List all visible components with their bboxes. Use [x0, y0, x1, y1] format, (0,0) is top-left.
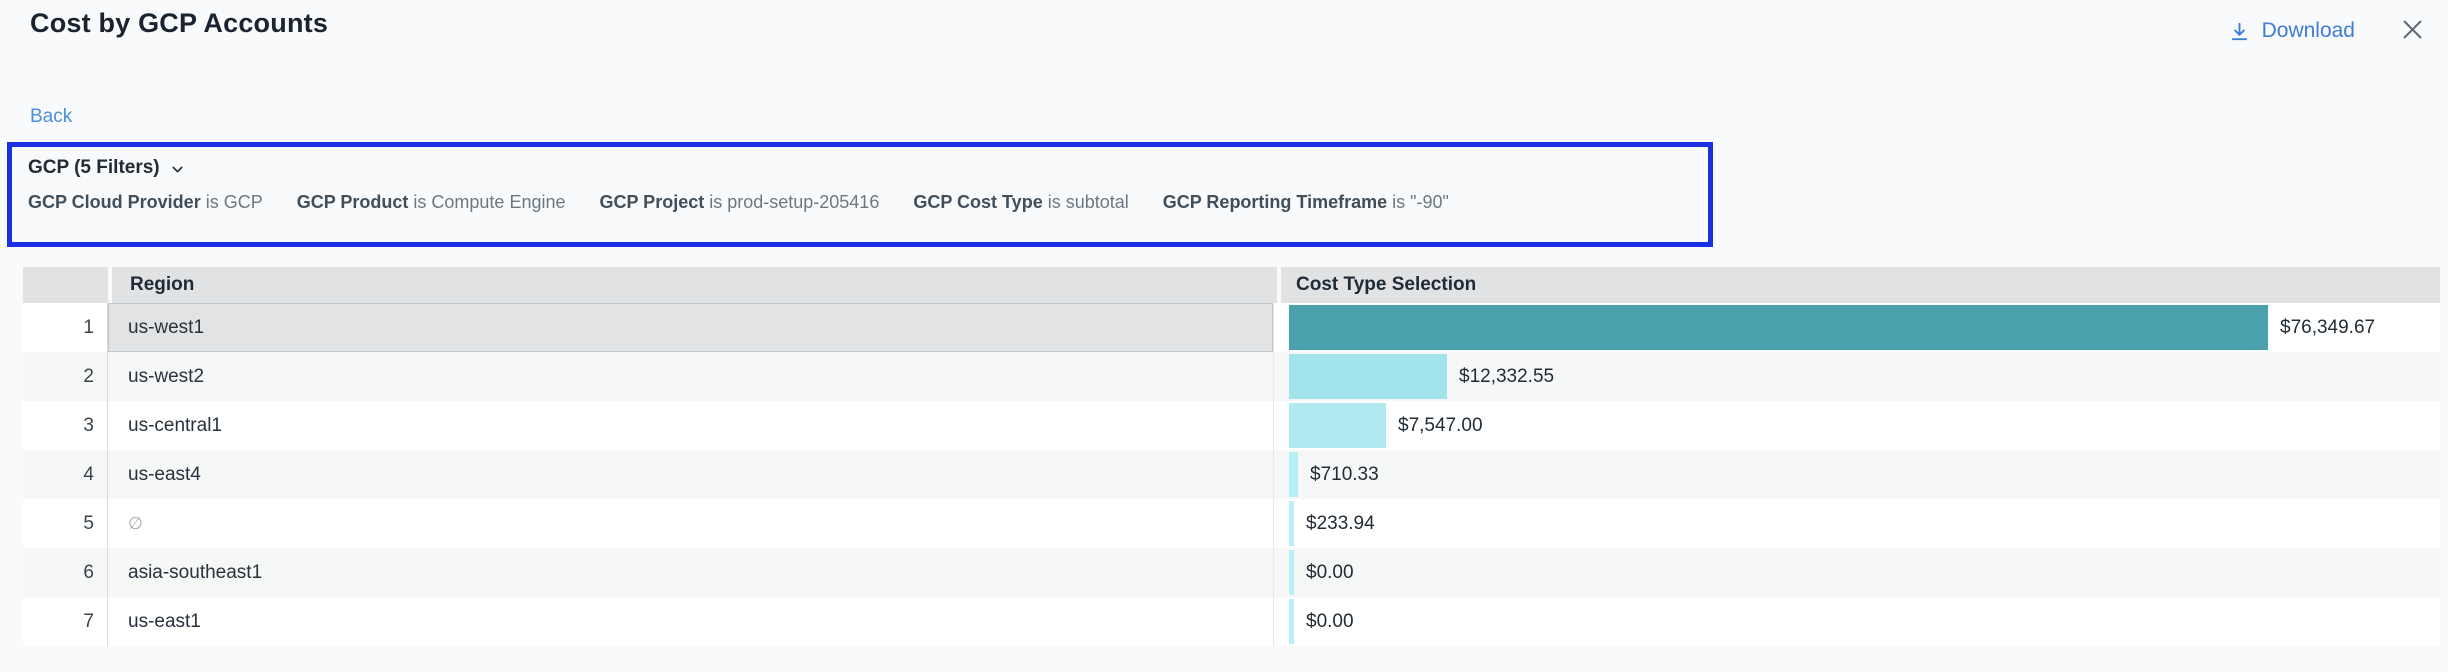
cost-bar-cell: $710.33	[1274, 450, 2440, 499]
cost-bar-cell: $233.94	[1274, 499, 2440, 548]
filter-item: GCP Projectis prod-setup-205416	[600, 192, 880, 213]
close-icon	[2399, 16, 2426, 46]
filter-field: GCP Cloud Provider	[28, 192, 201, 212]
row-number: 2	[23, 352, 108, 401]
table-body: 1 us-west1 $76,349.67 2 us-west2 $12,332…	[23, 303, 2440, 646]
region-column-header[interactable]: Region	[112, 267, 1277, 303]
row-number: 4	[23, 450, 108, 499]
region-cell[interactable]: ∅	[108, 499, 1274, 548]
cost-bar[interactable]	[1289, 452, 1298, 497]
cost-bar[interactable]	[1289, 305, 2268, 350]
table-row[interactable]: 2 us-west2 $12,332.55	[23, 352, 2440, 401]
cost-value-label: $0.00	[1306, 611, 1354, 633]
row-number: 5	[23, 499, 108, 548]
region-cell[interactable]: us-east4	[108, 450, 1274, 499]
cost-value-label: $233.94	[1306, 513, 1375, 535]
page-title: Cost by GCP Accounts	[30, 8, 328, 39]
filter-field: GCP Cost Type	[913, 192, 1042, 212]
region-cell[interactable]: us-west2	[108, 352, 1274, 401]
filter-item: GCP Reporting Timeframeis "-90"	[1163, 192, 1449, 213]
cost-type-selection-column-header[interactable]: Cost Type Selection	[1281, 267, 2440, 303]
cost-bar[interactable]	[1289, 550, 1294, 595]
download-button[interactable]: Download	[2228, 19, 2355, 43]
filter-condition: is GCP	[206, 192, 263, 212]
filter-item: GCP Cost Type is subtotal	[913, 192, 1128, 213]
cost-by-gcp-accounts-panel: Cost by GCP Accounts Download Back GCP (…	[0, 0, 2448, 672]
filter-field: GCP Reporting Timeframe	[1163, 192, 1387, 212]
cost-value-label: $0.00	[1306, 562, 1354, 584]
row-number: 3	[23, 401, 108, 450]
filter-summary-label: GCP (5 Filters)	[28, 157, 160, 179]
table-row[interactable]: 5 ∅ $233.94	[23, 499, 2440, 548]
cost-bar-cell: $7,547.00	[1274, 401, 2440, 450]
row-number: 6	[23, 548, 108, 597]
download-label: Download	[2262, 19, 2355, 43]
filter-field: GCP Product	[297, 192, 409, 212]
table-row[interactable]: 6 asia-southeast1 $0.00	[23, 548, 2440, 597]
table-row[interactable]: 1 us-west1 $76,349.67	[23, 303, 2440, 352]
cost-bar-cell: $0.00	[1274, 597, 2440, 646]
row-number: 7	[23, 597, 108, 646]
cost-table: Region Cost Type Selection 1 us-west1 $7…	[23, 267, 2440, 646]
region-cell[interactable]: us-east1	[108, 597, 1274, 646]
cost-bar-cell: $12,332.55	[1274, 352, 2440, 401]
table-row[interactable]: 3 us-central1 $7,547.00	[23, 401, 2440, 450]
close-button[interactable]	[2397, 14, 2428, 48]
table-header-row: Region Cost Type Selection	[23, 267, 2440, 303]
chevron-down-icon	[169, 159, 186, 178]
region-cell[interactable]: us-west1	[108, 303, 1274, 352]
filter-item: GCP Productis Compute Engine	[297, 192, 566, 213]
filter-condition: is "-90"	[1392, 192, 1449, 212]
table-row[interactable]: 4 us-east4 $710.33	[23, 450, 2440, 499]
cost-value-label: $7,547.00	[1398, 415, 1483, 437]
cost-bar-cell: $0.00	[1274, 548, 2440, 597]
cost-bar-cell: $76,349.67	[1274, 303, 2440, 352]
filter-condition: is subtotal	[1048, 192, 1129, 212]
header-actions: Download	[2228, 14, 2428, 48]
cost-value-label: $710.33	[1310, 464, 1379, 486]
cost-bar[interactable]	[1289, 354, 1447, 399]
row-number-column-header	[23, 267, 108, 303]
cost-bar[interactable]	[1289, 599, 1294, 644]
table-row[interactable]: 7 us-east1 $0.00	[23, 597, 2440, 646]
filter-summary-toggle[interactable]: GCP (5 Filters)	[28, 157, 186, 179]
back-link[interactable]: Back	[30, 106, 72, 128]
region-cell[interactable]: us-central1	[108, 401, 1274, 450]
cost-value-label: $12,332.55	[1459, 366, 1554, 388]
region-cell[interactable]: asia-southeast1	[108, 548, 1274, 597]
download-icon	[2228, 20, 2251, 43]
filter-item: GCP Cloud Provideris GCP	[28, 192, 263, 213]
cost-bar[interactable]	[1289, 501, 1294, 546]
filter-field: GCP Project	[600, 192, 705, 212]
cost-value-label: $76,349.67	[2280, 317, 2375, 339]
filter-panel: GCP (5 Filters) GCP Cloud Provideris GCP…	[7, 142, 1713, 247]
filter-condition: is Compute Engine	[413, 192, 565, 212]
row-number: 1	[23, 303, 108, 352]
cost-bar[interactable]	[1289, 403, 1386, 448]
filter-condition: is prod-setup-205416	[709, 192, 879, 212]
filter-list: GCP Cloud Provideris GCP GCP Productis Co…	[28, 192, 1692, 213]
